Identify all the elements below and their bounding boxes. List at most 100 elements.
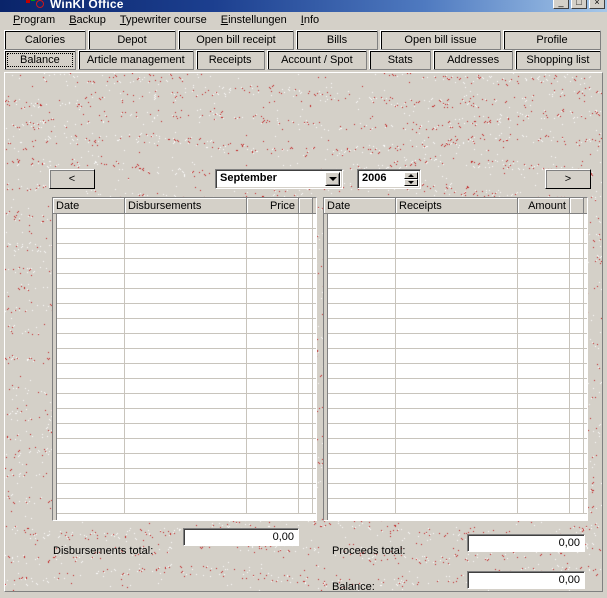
table-cell[interactable] [247, 259, 299, 273]
menu-item-typewritercourse[interactable]: Typewriter course [113, 13, 214, 27]
table-cell[interactable] [396, 364, 518, 378]
table-cell[interactable] [396, 394, 518, 408]
table-cell[interactable] [518, 409, 570, 423]
table-cell[interactable] [396, 454, 518, 468]
table-cell[interactable] [324, 424, 396, 438]
table-cell[interactable] [53, 319, 125, 333]
table-cell[interactable] [396, 214, 518, 228]
table-cell[interactable] [324, 304, 396, 318]
table-cell[interactable] [53, 499, 125, 513]
table-cell[interactable] [518, 484, 570, 498]
table-cell[interactable] [324, 484, 396, 498]
table-cell[interactable] [570, 394, 584, 408]
table-cell[interactable] [396, 409, 518, 423]
table-row[interactable] [324, 334, 587, 349]
table-row[interactable] [324, 454, 587, 469]
table-cell[interactable] [396, 319, 518, 333]
table-cell[interactable] [53, 349, 125, 363]
menu-item-program[interactable]: Program [6, 13, 62, 27]
table-row[interactable] [53, 229, 316, 244]
table-cell[interactable] [324, 274, 396, 288]
table-row[interactable] [53, 214, 316, 229]
column-header-receipts[interactable]: Receipts [396, 198, 518, 214]
table-cell[interactable] [53, 229, 125, 243]
table-cell[interactable] [518, 424, 570, 438]
tab-open-bill-receipt[interactable]: Open bill receipt [178, 30, 294, 50]
table-cell[interactable] [125, 484, 247, 498]
tab-calories[interactable]: Calories [4, 30, 86, 50]
table-cell[interactable] [247, 334, 299, 348]
table-cell[interactable] [125, 319, 247, 333]
disbursements-total-field[interactable]: 0,00 [183, 528, 299, 546]
table-cell[interactable] [299, 394, 313, 408]
maximize-button[interactable]: □ [571, 0, 587, 9]
table-cell[interactable] [324, 364, 396, 378]
table-cell[interactable] [518, 259, 570, 273]
table-cell[interactable] [299, 469, 313, 483]
table-cell[interactable] [299, 304, 313, 318]
table-cell[interactable] [53, 469, 125, 483]
table-cell[interactable] [518, 439, 570, 453]
table-cell[interactable] [53, 439, 125, 453]
table-cell[interactable] [518, 379, 570, 393]
table-row[interactable] [53, 259, 316, 274]
table-cell[interactable] [125, 349, 247, 363]
table-cell[interactable] [396, 424, 518, 438]
table-cell[interactable] [299, 364, 313, 378]
table-cell[interactable] [324, 229, 396, 243]
table-row[interactable] [53, 364, 316, 379]
table-cell[interactable] [53, 379, 125, 393]
table-row[interactable] [324, 244, 587, 259]
table-cell[interactable] [125, 229, 247, 243]
table-cell[interactable] [125, 454, 247, 468]
table-row[interactable] [53, 499, 316, 514]
table-cell[interactable] [324, 379, 396, 393]
tab-bills[interactable]: Bills [296, 30, 378, 50]
table-row[interactable] [324, 424, 587, 439]
table-row[interactable] [53, 409, 316, 424]
table-cell[interactable] [324, 244, 396, 258]
receipts-grid[interactable]: Date Receipts Amount [323, 197, 588, 521]
previous-month-button[interactable]: < [49, 169, 95, 189]
table-row[interactable] [53, 379, 316, 394]
table-cell[interactable] [570, 304, 584, 318]
table-cell[interactable] [247, 499, 299, 513]
table-row[interactable] [53, 454, 316, 469]
tab-open-bill-issue[interactable]: Open bill issue [380, 30, 501, 50]
table-cell[interactable] [570, 274, 584, 288]
table-row[interactable] [324, 469, 587, 484]
table-cell[interactable] [324, 499, 396, 513]
table-cell[interactable] [324, 409, 396, 423]
table-cell[interactable] [247, 394, 299, 408]
table-cell[interactable] [299, 244, 313, 258]
table-row[interactable] [53, 304, 316, 319]
table-cell[interactable] [518, 394, 570, 408]
table-cell[interactable] [125, 499, 247, 513]
tab-depot[interactable]: Depot [88, 30, 176, 50]
table-cell[interactable] [570, 334, 584, 348]
table-cell[interactable] [125, 334, 247, 348]
table-cell[interactable] [299, 484, 313, 498]
table-cell[interactable] [247, 484, 299, 498]
table-cell[interactable] [396, 379, 518, 393]
table-cell[interactable] [125, 469, 247, 483]
table-cell[interactable] [53, 364, 125, 378]
tab-profile[interactable]: Profile [503, 30, 601, 50]
table-cell[interactable] [299, 379, 313, 393]
table-cell[interactable] [518, 244, 570, 258]
receipts-grid-body[interactable] [324, 214, 587, 520]
table-cell[interactable] [570, 214, 584, 228]
table-cell[interactable] [53, 244, 125, 258]
tab-stats[interactable]: Stats [369, 50, 432, 70]
table-cell[interactable] [570, 244, 584, 258]
table-cell[interactable] [518, 499, 570, 513]
table-row[interactable] [324, 394, 587, 409]
table-cell[interactable] [53, 274, 125, 288]
table-cell[interactable] [299, 439, 313, 453]
table-row[interactable] [324, 484, 587, 499]
table-cell[interactable] [53, 334, 125, 348]
table-cell[interactable] [247, 274, 299, 288]
table-row[interactable] [324, 304, 587, 319]
table-cell[interactable] [324, 289, 396, 303]
table-row[interactable] [53, 424, 316, 439]
